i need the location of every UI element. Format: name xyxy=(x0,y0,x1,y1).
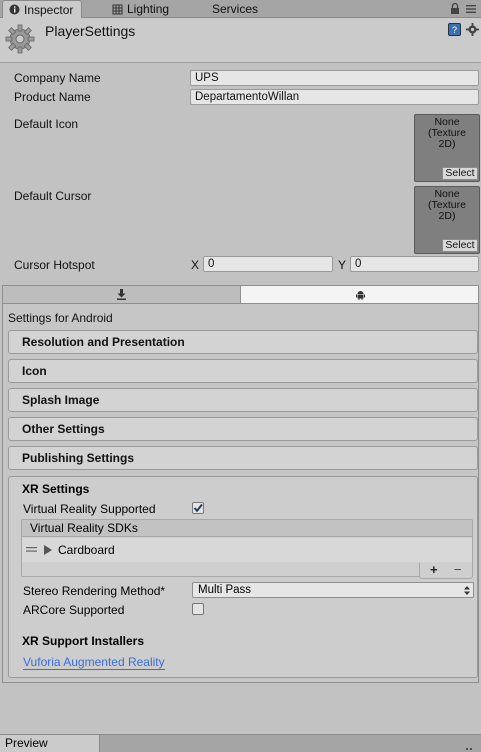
tab-services[interactable]: Services xyxy=(212,0,258,18)
section-other-settings[interactable]: Other Settings xyxy=(8,417,478,441)
stereo-rendering-label: Stereo Rendering Method* xyxy=(23,584,166,598)
cursor-hotspot-label: Cursor Hotspot xyxy=(14,258,95,272)
section-splash-image[interactable]: Splash Image xyxy=(8,388,478,412)
texture-2d: 2D) xyxy=(438,210,456,222)
remove-button[interactable]: − xyxy=(454,562,462,577)
help-book-icon[interactable]: ? xyxy=(448,23,461,36)
tab-label: Inspector xyxy=(24,2,74,17)
menu-icon[interactable] xyxy=(466,4,476,14)
inspector-header: PlayerSettings ? xyxy=(0,18,481,63)
svg-text:?: ? xyxy=(452,25,457,35)
default-cursor-texture-field[interactable]: None (Texture 2D) Select xyxy=(414,186,480,254)
collapse-dots-icon[interactable] xyxy=(465,741,473,751)
checkmark-icon xyxy=(193,503,203,513)
settings-for-title: Settings for Android xyxy=(8,311,113,325)
texture-none-text: None (Texture 2D) xyxy=(415,189,479,222)
company-name-label: Company Name xyxy=(14,71,101,85)
sdk-label: Cardboard xyxy=(58,543,115,557)
section-publishing-settings[interactable]: Publishing Settings xyxy=(8,446,478,470)
section-icon[interactable]: Icon xyxy=(8,359,478,383)
hotspot-x-field[interactable]: 0 xyxy=(203,256,333,272)
xr-settings-title: XR Settings xyxy=(22,482,90,496)
add-button[interactable]: + xyxy=(430,562,438,577)
section-resolution-and-presentation[interactable]: Resolution and Presentation xyxy=(8,330,478,354)
vr-sdks-header: Virtual Reality SDKs xyxy=(22,520,472,537)
drag-handle-icon[interactable] xyxy=(26,547,37,553)
product-name-label: Product Name xyxy=(14,90,91,104)
lock-icon[interactable] xyxy=(450,3,460,15)
tab-inspector[interactable]: Inspector xyxy=(2,0,82,18)
gear-icon xyxy=(5,24,35,54)
xr-installers-title: XR Support Installers xyxy=(22,634,145,648)
company-name-field[interactable]: UPS xyxy=(190,70,479,86)
hotspot-y-field[interactable]: 0 xyxy=(350,256,479,272)
texture-2d: 2D) xyxy=(438,138,456,150)
arcore-supported-checkbox[interactable] xyxy=(192,603,204,615)
default-icon-texture-field[interactable]: None (Texture 2D) Select xyxy=(414,114,480,182)
default-icon-label: Default Icon xyxy=(14,117,79,131)
expand-arrow-icon[interactable] xyxy=(44,545,52,555)
android-settings-panel: Settings for Android Resolution and Pres… xyxy=(2,303,479,683)
select-button[interactable]: Select xyxy=(442,167,478,180)
settings-gear-icon[interactable] xyxy=(466,23,479,36)
vr-sdks-list: Virtual Reality SDKs Cardboard xyxy=(21,519,473,577)
arcore-supported-label: ARCore Supported xyxy=(23,603,125,617)
inspector-tab-bar: Inspector Lighting Services xyxy=(0,0,481,18)
vr-supported-label: Virtual Reality Supported xyxy=(23,502,156,516)
hotspot-y-label: Y xyxy=(338,258,347,272)
standalone-download-icon xyxy=(117,289,126,300)
product-name-field[interactable]: DepartamentoWillan xyxy=(190,89,479,105)
texture-none-text: None (Texture 2D) xyxy=(415,117,479,150)
tab-standalone[interactable] xyxy=(3,286,241,303)
xr-settings-section: XR Settings Virtual Reality Supported Vi… xyxy=(8,476,478,678)
tab-label: Lighting xyxy=(127,2,170,16)
stereo-rendering-dropdown[interactable]: Multi Pass xyxy=(192,582,474,598)
lighting-icon xyxy=(112,4,123,14)
list-footer: + − xyxy=(419,562,473,579)
page-title: PlayerSettings xyxy=(45,23,136,39)
tab-label: Services xyxy=(212,2,259,16)
default-cursor-label: Default Cursor xyxy=(14,189,92,203)
preview-bar: Preview xyxy=(0,734,481,752)
list-item[interactable]: Cardboard xyxy=(22,538,472,562)
info-icon xyxy=(9,4,20,15)
platform-tabs xyxy=(2,285,479,303)
stereo-rendering-value: Multi Pass xyxy=(198,584,252,596)
android-icon xyxy=(356,291,365,300)
select-button[interactable]: Select xyxy=(442,239,478,252)
tab-lighting[interactable]: Lighting xyxy=(112,0,169,18)
vuforia-installer-link[interactable]: Vuforia Augmented Reality xyxy=(23,655,165,670)
tab-android[interactable] xyxy=(241,286,478,303)
hotspot-x-label: X xyxy=(191,258,200,272)
vr-supported-checkbox[interactable] xyxy=(192,502,204,514)
dropdown-arrows-icon xyxy=(464,586,470,595)
preview-tab[interactable]: Preview xyxy=(0,735,100,752)
